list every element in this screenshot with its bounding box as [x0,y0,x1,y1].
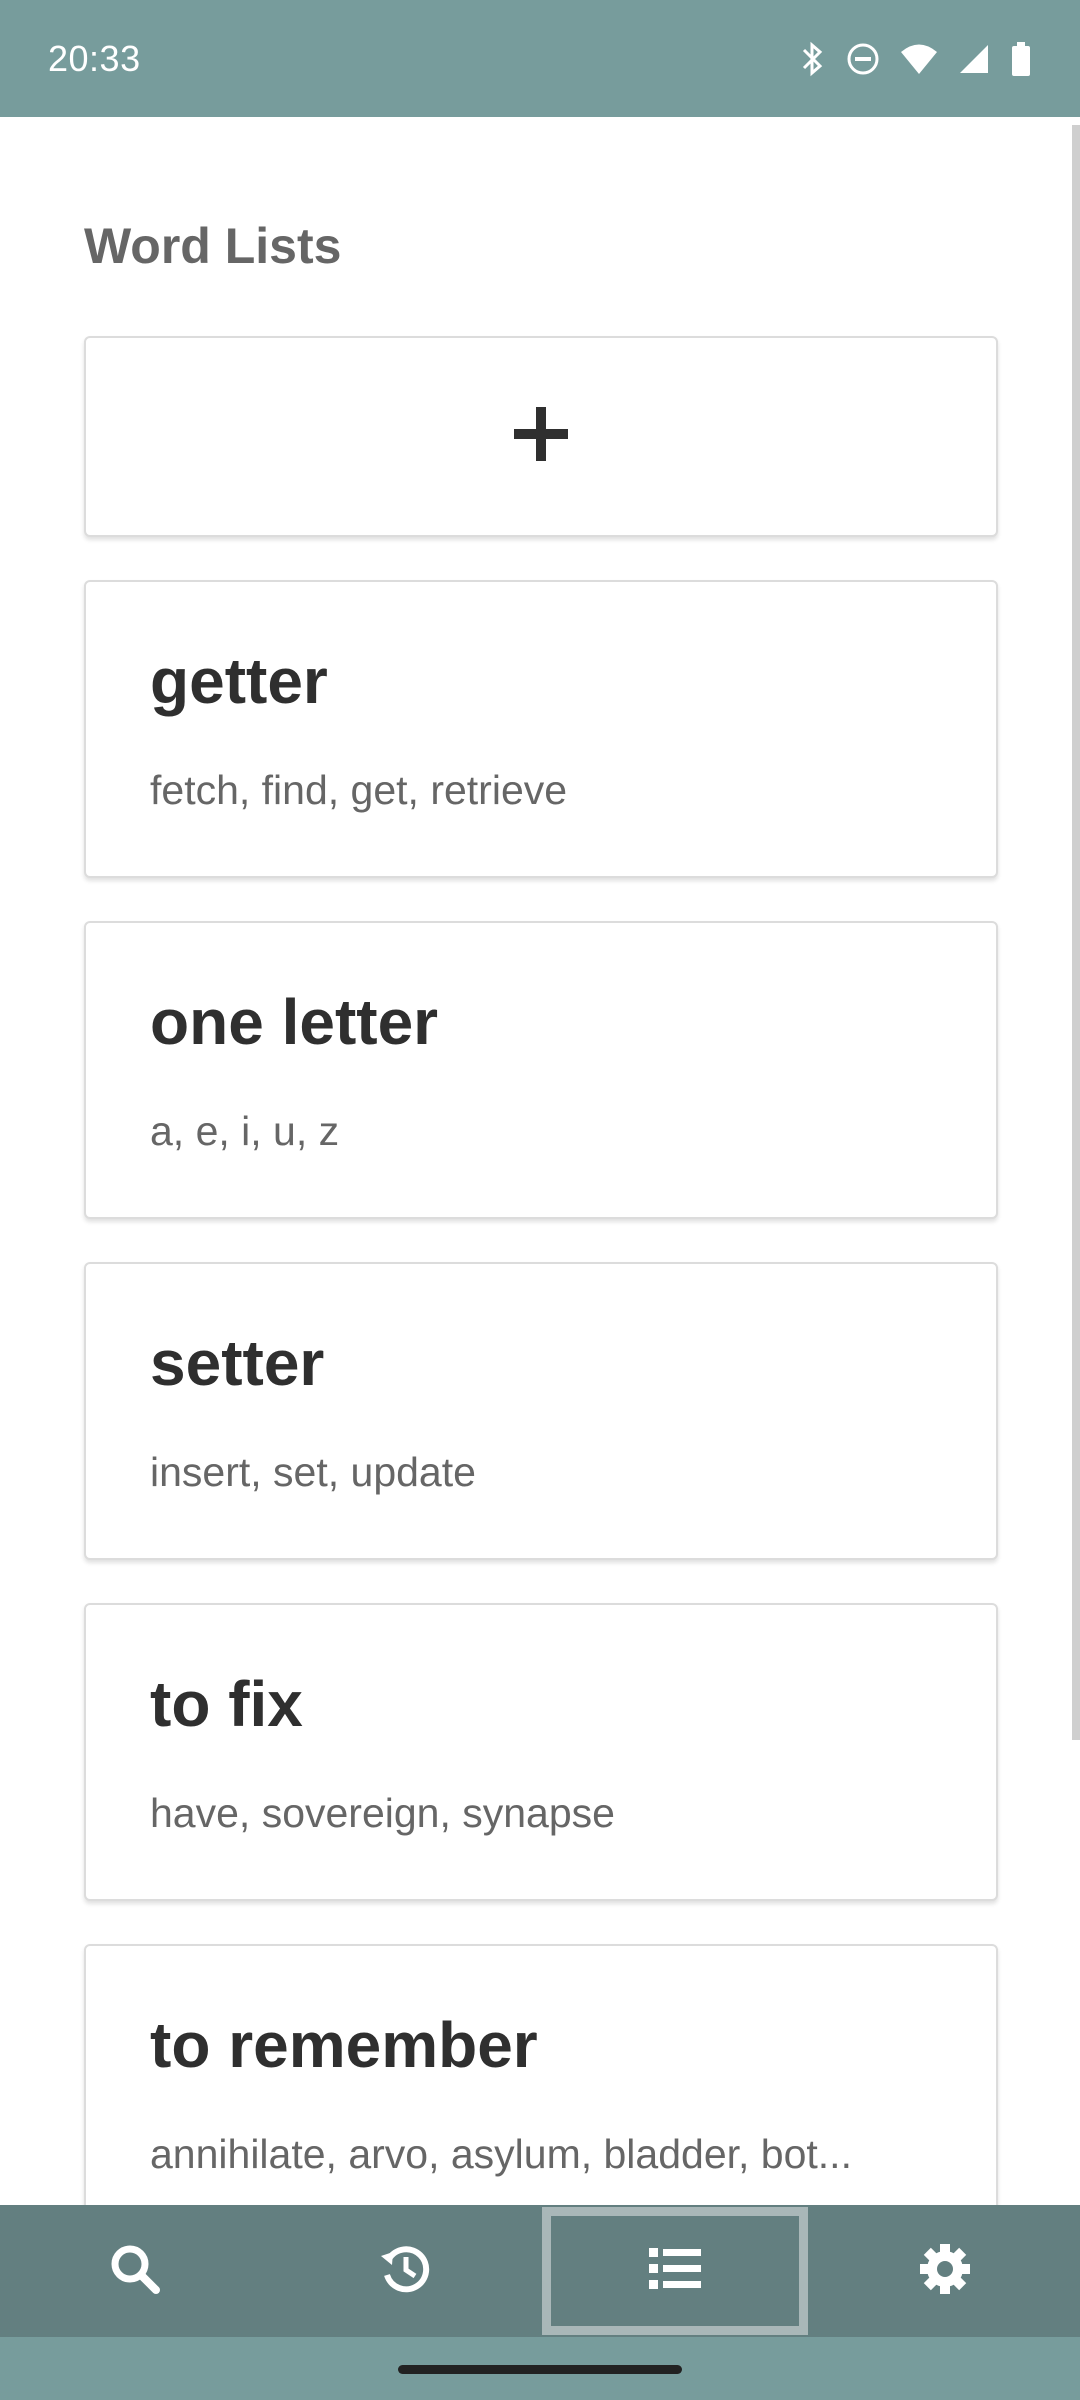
word-list-card-to-remember[interactable]: to remember annihilate, arvo, asylum, bl… [84,1944,998,2205]
wifi-icon [900,43,938,75]
main-content[interactable]: Word Lists getter fetch, find, get, retr… [0,117,1080,2205]
word-list-words: have, sovereign, synapse [150,1790,615,1836]
search-icon [109,2243,161,2300]
do-not-disturb-icon [846,42,880,76]
nav-history-button[interactable] [270,2205,540,2337]
status-time: 20:33 [48,37,141,79]
page-title: Word Lists [84,218,342,274]
word-list-card-to-fix[interactable]: to fix have, sovereign, synapse [84,1603,998,1901]
word-list-words: a, e, i, u, z [150,1108,340,1154]
status-bar: 20:33 [0,0,1080,117]
word-list-card-one-letter[interactable]: one letter a, e, i, u, z [84,921,998,1219]
scrollbar[interactable] [1072,125,1080,1740]
word-list-words: fetch, find, get, retrieve [150,767,568,813]
word-list-words: annihilate, arvo, asylum, bladder, bot..… [150,2131,852,2177]
status-icons [798,41,1032,77]
gesture-navigation-area [0,2337,1080,2400]
word-list-name: to fix [150,1668,303,1740]
history-icon [378,2242,432,2301]
home-gesture-handle[interactable] [398,2365,682,2374]
cell-signal-icon [958,43,990,75]
nav-word-lists-button[interactable] [540,2205,810,2337]
battery-icon [1010,41,1032,77]
nav-search-button[interactable] [0,2205,270,2337]
add-word-list-button[interactable] [84,336,998,537]
word-list-name: getter [150,645,328,717]
word-list-name: to remember [150,2009,538,2081]
nav-settings-button[interactable] [810,2205,1080,2337]
bluetooth-icon [798,41,826,77]
settings-icon [919,2243,971,2300]
word-list-words: insert, set, update [150,1449,476,1495]
word-list-name: one letter [150,986,439,1058]
word-list-card-getter[interactable]: getter fetch, find, get, retrieve [84,580,998,878]
word-list-name: setter [150,1327,325,1399]
plus-icon [512,405,570,468]
list-icon [649,2246,701,2297]
word-list-card-setter[interactable]: setter insert, set, update [84,1262,998,1560]
bottom-navigation [0,2205,1080,2337]
